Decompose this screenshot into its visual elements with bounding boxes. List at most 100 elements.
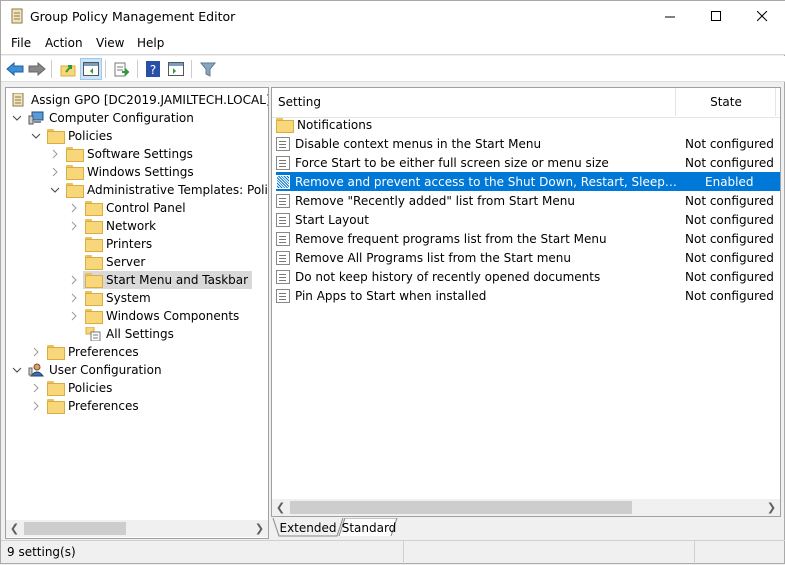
tree-node-windows-settings[interactable]: Windows Settings <box>48 163 194 181</box>
policy-setting-icon <box>276 231 290 246</box>
menu-view[interactable]: View <box>96 36 124 50</box>
menu-action[interactable]: Action <box>45 36 83 50</box>
chevron-down-icon[interactable] <box>48 183 62 197</box>
setting-name: Do not keep history of recently opened d… <box>295 269 601 284</box>
help-button[interactable]: ? <box>142 58 164 80</box>
tree-node-user-policies[interactable]: Policies <box>29 379 112 397</box>
tree-root-gpo[interactable]: Assign GPO [DC2019.JAMILTECH.LOCAL] Po <box>10 91 268 109</box>
setting-name: Pin Apps to Start when installed <box>295 288 487 303</box>
back-button[interactable] <box>4 58 26 80</box>
tree-node-label: Policies <box>68 381 113 395</box>
chevron-right-icon[interactable] <box>48 147 62 161</box>
scroll-right-icon[interactable]: ❯ <box>251 520 268 537</box>
scrollbar-thumb[interactable] <box>24 522 126 535</box>
tree-node-server[interactable]: Server <box>67 253 145 271</box>
tree-node-preferences[interactable]: Preferences <box>29 343 139 361</box>
forward-arrow-icon <box>28 62 46 76</box>
list-item[interactable]: Force Start to be either full screen siz… <box>276 153 780 172</box>
tree-node-label: Printers <box>106 237 153 251</box>
tree-node-computer-configuration[interactable]: Computer Configuration <box>10 109 194 127</box>
tree-node-label: Start Menu and Taskbar <box>106 273 249 287</box>
filter-button[interactable] <box>197 58 219 80</box>
menu-file[interactable]: File <box>11 36 31 50</box>
folder-icon <box>85 291 103 306</box>
tree-node-user-preferences[interactable]: Preferences <box>29 397 139 415</box>
chevron-down-icon[interactable] <box>29 129 43 143</box>
tab-extended[interactable]: Extended <box>279 518 337 537</box>
tree-node-administrative-templates[interactable]: Administrative Templates: Policy d <box>48 181 268 199</box>
gpo-scroll-icon <box>11 8 23 24</box>
toolbar-separator <box>191 60 192 78</box>
folder-icon <box>47 381 65 396</box>
chevron-right-icon[interactable] <box>67 219 81 233</box>
export-list-button[interactable] <box>111 58 133 80</box>
chevron-right-icon[interactable] <box>67 273 81 287</box>
policy-setting-icon <box>276 193 290 208</box>
show-hide-console-tree-button[interactable] <box>80 58 102 80</box>
policy-setting-icon <box>276 155 290 170</box>
chevron-right-icon[interactable] <box>29 345 43 359</box>
tree-horizontal-scrollbar[interactable]: ❮ ❯ <box>6 520 268 537</box>
chevron-down-icon[interactable] <box>10 111 24 125</box>
list-item-selected[interactable]: Remove and prevent access to the Shut Do… <box>276 172 780 191</box>
export-list-icon <box>114 62 130 76</box>
toolbar-separator <box>51 60 52 78</box>
minimize-button[interactable] <box>647 1 693 31</box>
tree-node-policies[interactable]: Policies <box>29 127 112 145</box>
folder-icon <box>47 345 65 360</box>
tree-node-software-settings[interactable]: Software Settings <box>48 145 193 163</box>
menu-help[interactable]: Help <box>137 36 164 50</box>
tree-node-user-configuration[interactable]: User Configuration <box>10 361 162 379</box>
list-item[interactable]: Remove "Recently added" list from Start … <box>276 191 780 210</box>
scrollbar-thumb[interactable] <box>290 501 632 514</box>
tree-node-network[interactable]: Network <box>67 217 156 235</box>
list-item[interactable]: Do not keep history of recently opened d… <box>276 267 780 286</box>
list-item[interactable]: Pin Apps to Start when installed Not con… <box>276 286 780 305</box>
chevron-right-icon[interactable] <box>67 201 81 215</box>
tree-node-windows-components[interactable]: Windows Components <box>67 307 239 325</box>
tab-standard[interactable]: Standard <box>342 518 397 537</box>
column-divider[interactable] <box>775 88 776 116</box>
tree-node-all-settings[interactable]: All Settings <box>67 325 174 343</box>
list-item[interactable]: Remove All Programs list from the Start … <box>276 248 780 267</box>
setting-state: Not configured <box>685 288 774 303</box>
up-one-level-button[interactable] <box>57 58 79 80</box>
folder-icon <box>66 147 84 162</box>
column-header-setting[interactable]: Setting <box>278 95 321 109</box>
maximize-icon <box>710 10 721 21</box>
policy-setting-icon <box>276 288 290 303</box>
tree-node-printers[interactable]: Printers <box>67 235 152 253</box>
list-item[interactable]: Remove frequent programs list from the S… <box>276 229 780 248</box>
settings-list: Setting State Notifications Disable cont… <box>271 87 781 517</box>
close-button[interactable] <box>739 1 785 31</box>
list-item[interactable]: Disable context menus in the Start Menu … <box>276 134 780 153</box>
tree-node-system[interactable]: System <box>67 289 151 307</box>
scroll-left-icon[interactable]: ❮ <box>272 499 289 516</box>
folder-icon <box>276 117 294 133</box>
tree-node-label: Network <box>106 219 157 233</box>
toolbar-separator <box>105 60 106 78</box>
setting-state: Not configured <box>685 155 774 170</box>
tree-node-start-menu-and-taskbar[interactable]: Start Menu and Taskbar <box>67 271 253 289</box>
chevron-right-icon[interactable] <box>67 291 81 305</box>
folder-icon <box>85 219 103 234</box>
chevron-right-icon[interactable] <box>29 399 43 413</box>
chevron-down-icon[interactable] <box>10 363 24 377</box>
toolbar: ? <box>1 56 785 82</box>
column-header-state[interactable]: State <box>676 95 776 109</box>
scroll-left-icon[interactable]: ❮ <box>6 520 23 537</box>
forward-button[interactable] <box>26 58 48 80</box>
list-item[interactable]: Start Layout Not configured <box>276 210 780 229</box>
tree-node-label: Administrative Templates: Policy d <box>87 183 268 197</box>
folder-icon <box>47 399 65 414</box>
chevron-right-icon[interactable] <box>29 381 43 395</box>
setting-state: Not configured <box>685 212 774 227</box>
tree-node-control-panel[interactable]: Control Panel <box>67 199 186 217</box>
list-item-folder[interactable]: Notifications <box>276 115 780 134</box>
scroll-right-icon[interactable]: ❯ <box>763 499 780 516</box>
maximize-button[interactable] <box>693 1 739 31</box>
chevron-right-icon[interactable] <box>48 165 62 179</box>
list-horizontal-scrollbar[interactable]: ❮ ❯ <box>272 499 780 516</box>
chevron-right-icon[interactable] <box>67 309 81 323</box>
show-hide-action-pane-button[interactable] <box>165 58 187 80</box>
